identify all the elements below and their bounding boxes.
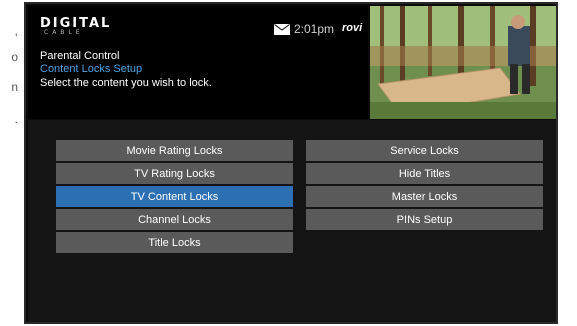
channel-locks-button[interactable]: Channel Locks bbox=[56, 209, 293, 230]
clock-time: 2:01pm bbox=[294, 22, 335, 36]
digital-cable-logo: DIGITAL CABLE bbox=[40, 16, 130, 38]
live-tv-preview bbox=[370, 6, 556, 119]
instruction-text: Select the content you wish to lock. bbox=[40, 77, 212, 89]
service-locks-button[interactable]: Service Locks bbox=[306, 140, 543, 161]
margin-glyph: , bbox=[14, 24, 18, 38]
page-title: Parental Control bbox=[40, 50, 120, 62]
rovi-logo: rovi bbox=[342, 22, 363, 34]
tv-content-locks-button[interactable]: TV Content Locks bbox=[56, 186, 293, 207]
master-locks-button[interactable]: Master Locks bbox=[306, 186, 543, 207]
menu-area: Movie Rating Locks TV Rating Locks TV Co… bbox=[28, 120, 556, 322]
header-panel: DIGITAL CABLE 2:01pm rovi Parental Contr… bbox=[28, 6, 368, 119]
envelope-icon bbox=[274, 24, 290, 35]
preview-scene-image bbox=[370, 6, 556, 119]
margin-glyph: . bbox=[14, 112, 18, 126]
page-subtitle: Content Locks Setup bbox=[40, 63, 143, 75]
pins-setup-button[interactable]: PINs Setup bbox=[306, 209, 543, 230]
margin-glyph: n bbox=[11, 80, 18, 94]
tv-rating-locks-button[interactable]: TV Rating Locks bbox=[56, 163, 293, 184]
page-margin-text: , o n . bbox=[0, 0, 22, 326]
tv-screen: DIGITAL CABLE 2:01pm rovi Parental Contr… bbox=[24, 2, 558, 324]
title-locks-button[interactable]: Title Locks bbox=[56, 232, 293, 253]
margin-glyph: o bbox=[11, 50, 18, 64]
hide-titles-button[interactable]: Hide Titles bbox=[306, 163, 543, 184]
movie-rating-locks-button[interactable]: Movie Rating Locks bbox=[56, 140, 293, 161]
